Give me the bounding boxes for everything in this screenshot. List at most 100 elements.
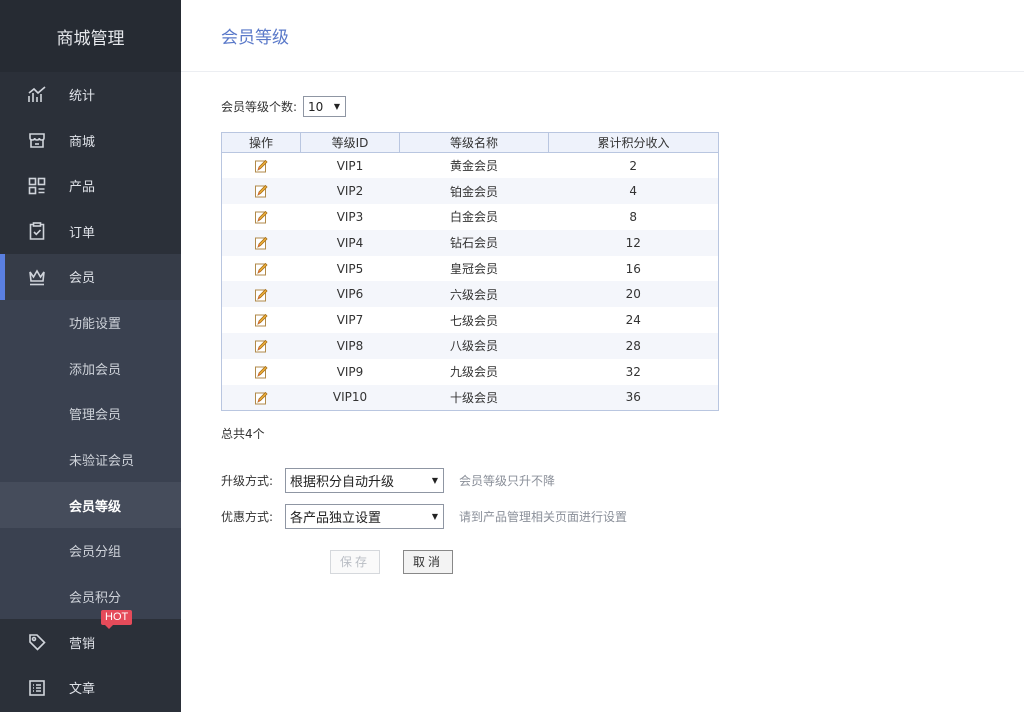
row-level-name: 十级会员: [399, 384, 549, 411]
sidebar: 商城管理 统计 商城 产品 订单 会员 功能设置 添加会员 管理会员 未验证会员: [0, 0, 181, 712]
table-row: VIP5 皇冠会员 16: [222, 256, 719, 282]
cancel-button[interactable]: 取消: [403, 549, 453, 574]
main-content: 会员等级 会员等级个数: 10 ▼ 操作 等级ID 等级名称 累计积分收入 VI…: [181, 0, 1024, 712]
table-header-row: 操作 等级ID 等级名称 累计积分收入: [221, 132, 719, 153]
row-level-name: 皇冠会员: [449, 262, 498, 277]
edit-icon[interactable]: [254, 236, 268, 250]
submenu-item-member-points[interactable]: 会员积分: [0, 574, 181, 620]
total-count: 总共4个: [221, 426, 265, 441]
submenu-item-member-groups[interactable]: 会员分组: [0, 528, 181, 574]
row-action-cell: [221, 384, 301, 411]
table-row: VIP7 七级会员 24: [222, 307, 719, 333]
row-points: 2: [629, 158, 638, 173]
submenu-item-manage-members[interactable]: 管理会员: [0, 391, 181, 437]
sidebar-item-articles[interactable]: 文章: [0, 665, 181, 711]
sidebar-item-label: 产品: [69, 180, 96, 196]
upgrade-method-hint: 会员等级只升不降: [459, 474, 556, 489]
dropdown-arrow-icon: ▼: [431, 476, 438, 486]
row-action-cell: [221, 281, 301, 308]
row-level-id: VIP3: [336, 209, 364, 224]
row-action-cell: [222, 307, 301, 333]
submenu-item-unverified[interactable]: 未验证会员: [0, 437, 181, 483]
row-level-name: 铂金会员: [399, 178, 549, 205]
table-row: VIP10 十级会员 36: [221, 384, 719, 411]
sidebar-item-label: 订单: [69, 225, 96, 241]
upgrade-method-select[interactable]: 根据积分自动升级 ▼: [285, 468, 444, 494]
row-action-cell: [222, 256, 301, 282]
edit-icon[interactable]: [254, 339, 268, 353]
row-level-id: VIP9: [336, 364, 364, 379]
header-level-id: 等级ID: [300, 132, 400, 153]
discount-method-value: 各产品独立设置: [290, 511, 382, 527]
row-level-name: 六级会员: [399, 281, 549, 308]
level-count-label: 会员等级个数:: [221, 100, 298, 114]
row-level-name: 黄金会员: [449, 159, 498, 174]
form-buttons: 保存 取消: [330, 549, 719, 574]
table-row: VIP8 八级会员 28: [221, 333, 719, 359]
row-action-cell: [221, 178, 301, 205]
edit-icon[interactable]: [254, 184, 268, 198]
sidebar-item-store[interactable]: 商城: [0, 118, 181, 164]
upgrade-method-row: 升级方式: 根据积分自动升级 ▼ 会员等级只升不降: [221, 468, 719, 494]
store-icon: [27, 130, 47, 150]
edit-icon[interactable]: [254, 391, 268, 405]
edit-icon[interactable]: [254, 288, 268, 302]
edit-icon[interactable]: [254, 159, 268, 173]
discount-method-hint: 请到产品管理相关页面进行设置: [459, 510, 628, 525]
level-count-row: 会员等级个数: 10 ▼: [221, 96, 719, 117]
table-row: VIP6 六级会员 20: [221, 281, 719, 308]
row-action-cell: [221, 333, 301, 359]
row-action-cell: [222, 153, 301, 179]
page-header: 会员等级: [181, 0, 1024, 72]
edit-icon[interactable]: [254, 365, 268, 379]
row-level-id: VIP8: [300, 333, 400, 359]
grid-icon: [27, 176, 47, 196]
submenu-item-features[interactable]: 功能设置: [0, 300, 181, 346]
levels-table: 操作 等级ID 等级名称 累计积分收入 VIP1 黄金会员 2 VIP2 铂金会员 4 VI…: [221, 132, 719, 411]
row-points: 20: [548, 281, 719, 308]
table-row: VIP1 黄金会员 2: [222, 153, 719, 179]
level-count-select[interactable]: 10 ▼: [303, 96, 347, 117]
header-action: 操作: [221, 132, 301, 153]
row-level-id: VIP4: [300, 229, 400, 256]
table-row: VIP9 九级会员 32: [222, 359, 719, 385]
discount-method-row: 优惠方式: 各产品独立设置 ▼ 请到产品管理相关页面进行设置: [221, 504, 719, 530]
row-level-name: 八级会员: [399, 333, 549, 359]
sidebar-item-marketing[interactable]: HOT 营销: [0, 610, 181, 665]
row-level-name: 七级会员: [449, 313, 498, 328]
header-level-name: 等级名称: [399, 132, 549, 153]
row-level-id: VIP10: [300, 384, 400, 411]
sidebar-item-orders[interactable]: 订单: [0, 209, 181, 255]
row-action-cell: [221, 229, 301, 256]
sidebar-item-stats[interactable]: 统计: [0, 72, 181, 118]
hot-badge: HOT: [101, 610, 133, 630]
dropdown-arrow-icon: ▼: [333, 102, 341, 111]
sidebar-item-label: 统计: [69, 89, 96, 105]
sidebar-item-members[interactable]: 会员: [0, 254, 181, 300]
sidebar-item-products[interactable]: 产品: [0, 163, 181, 209]
discount-method-label: 优惠方式:: [221, 510, 274, 525]
row-points: 28: [548, 333, 719, 359]
table-row: VIP4 钻石会员 12: [221, 229, 719, 256]
row-points: 12: [548, 229, 719, 256]
tag-icon: [27, 632, 47, 652]
save-button[interactable]: 保存: [330, 549, 380, 574]
row-level-id: VIP5: [336, 261, 364, 276]
edit-icon[interactable]: [254, 313, 268, 327]
sidebar-item-label: 会员: [69, 271, 96, 287]
brand-title: 商城管理: [0, 0, 181, 72]
row-points: 4: [548, 178, 719, 205]
edit-icon[interactable]: [254, 262, 268, 276]
discount-method-select[interactable]: 各产品独立设置 ▼: [285, 504, 444, 530]
row-level-id: VIP7: [336, 313, 364, 328]
row-action-cell: [222, 359, 301, 385]
crown-icon: [27, 267, 47, 287]
row-level-name: 九级会员: [449, 365, 498, 380]
submenu-item-member-levels[interactable]: 会员等级: [0, 482, 181, 528]
edit-icon[interactable]: [254, 210, 268, 224]
submenu-item-add-member[interactable]: 添加会员: [0, 345, 181, 391]
row-points: 8: [629, 209, 638, 224]
row-points: 24: [625, 313, 641, 328]
sidebar-item-label: 营销: [69, 636, 96, 652]
clipboard-icon: [27, 221, 47, 241]
